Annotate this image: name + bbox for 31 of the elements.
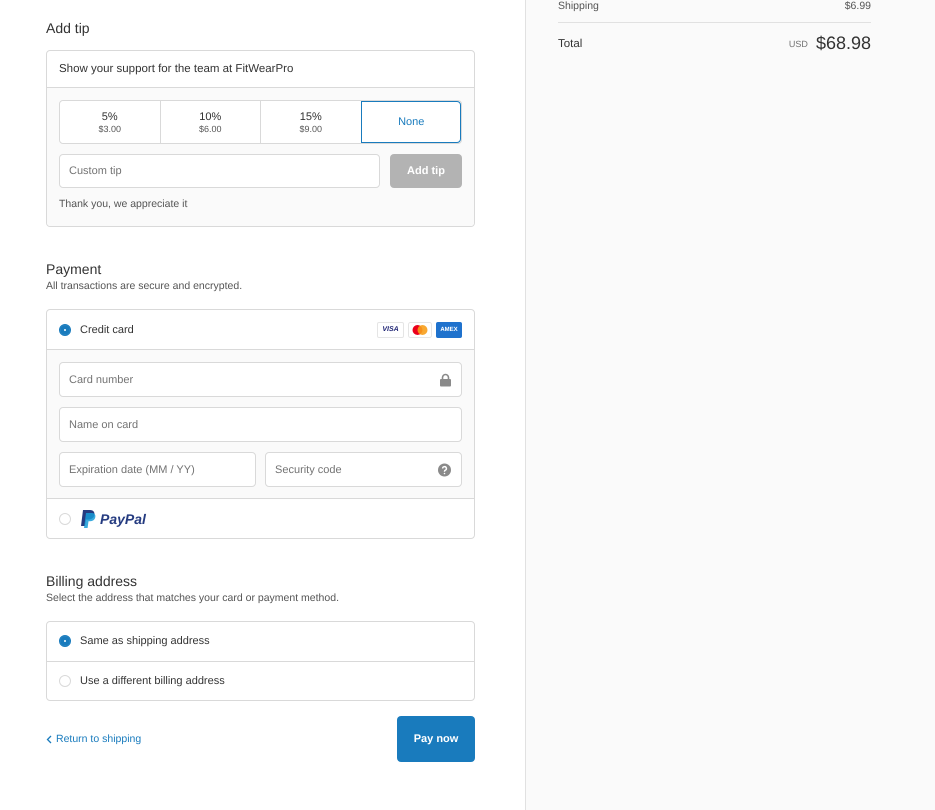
paypal-logo: PayPal — [80, 510, 146, 528]
summary-value: $6.99 — [844, 0, 871, 12]
radio-button[interactable] — [59, 324, 71, 336]
card-field[interactable]: Expiration date (MM / YY) — [59, 452, 256, 487]
help-icon[interactable] — [438, 463, 451, 476]
paypal-mark-icon — [80, 510, 96, 528]
card-field[interactable]: Security code — [265, 452, 462, 487]
total-amount: $68.98 — [816, 33, 871, 54]
lock-icon — [440, 373, 451, 386]
tip-intro: Show your support for the team at FitWearPro — [59, 63, 294, 75]
option-label: Use a different billing address — [80, 674, 225, 687]
card-field[interactable]: Card number — [59, 362, 462, 397]
mastercard-logo — [408, 322, 432, 338]
section-subtitle: Select the address that matches your card or payment method. — [46, 592, 340, 604]
custom-tip-field[interactable]: Custom tip — [59, 154, 380, 188]
total-label: Total — [558, 38, 582, 50]
section-subtitle: All transactions are secure and encrypted. — [46, 280, 244, 292]
section-title: Payment — [46, 261, 102, 277]
card-field[interactable]: Name on card — [59, 407, 462, 442]
chevron-left-icon — [46, 734, 52, 744]
tip-note: Thank you, we appreciate it — [59, 198, 188, 210]
summary-label: Shipping — [558, 0, 599, 12]
section-title: Billing address — [46, 573, 138, 589]
pay-now-button[interactable]: Pay now — [397, 716, 475, 762]
return-link[interactable]: Return to shipping — [46, 733, 142, 745]
tip-option[interactable]: None — [360, 101, 461, 143]
currency-code: USD — [788, 38, 808, 48]
option-label: Credit card — [80, 324, 134, 336]
radio-button[interactable] — [59, 635, 71, 648]
section-title: Add tip — [46, 20, 91, 36]
option-label: Same as shipping address — [80, 635, 210, 648]
